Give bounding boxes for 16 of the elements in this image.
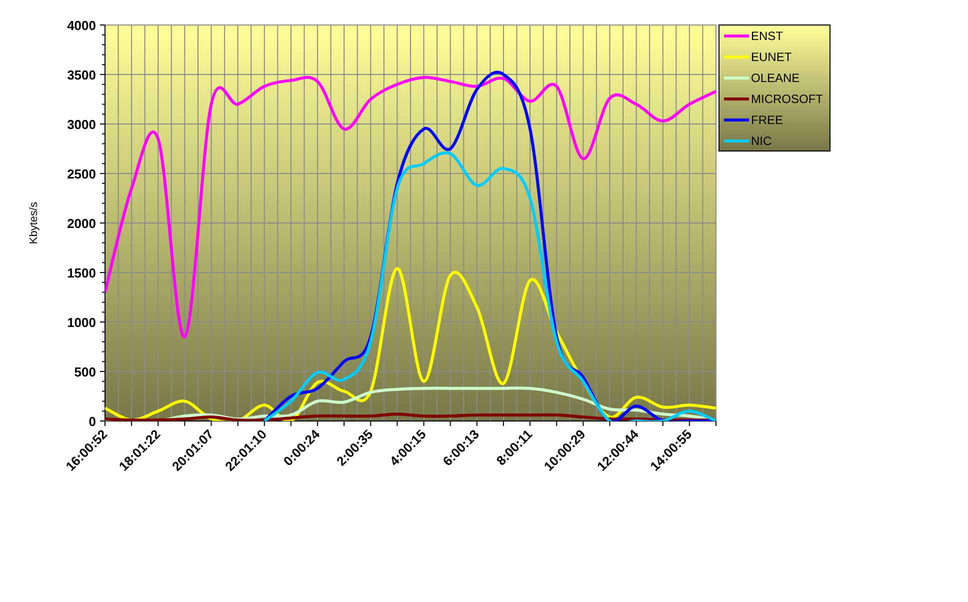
legend-label: OLEANE xyxy=(751,71,800,85)
legend-label: EUNET xyxy=(751,50,792,64)
y-tick-label: 500 xyxy=(74,364,96,380)
y-tick-label: 1500 xyxy=(67,266,96,280)
legend-label: ENST xyxy=(751,29,784,43)
y-tick-label: 2500 xyxy=(67,166,96,182)
y-tick-label: 0 xyxy=(88,414,96,429)
legend-label: NIC xyxy=(751,134,772,148)
y-axis-title: Kbytes/s xyxy=(28,202,40,244)
legend-label: FREE xyxy=(751,113,784,127)
y-tick-label: 3000 xyxy=(67,117,96,132)
legend-label: MICROSOFT xyxy=(751,92,823,106)
y-tick-label: 3500 xyxy=(67,68,96,82)
y-tick-label: 4000 xyxy=(67,18,96,33)
y-tick-label: 2000 xyxy=(67,216,96,231)
y-tick-label: 1000 xyxy=(67,315,96,330)
